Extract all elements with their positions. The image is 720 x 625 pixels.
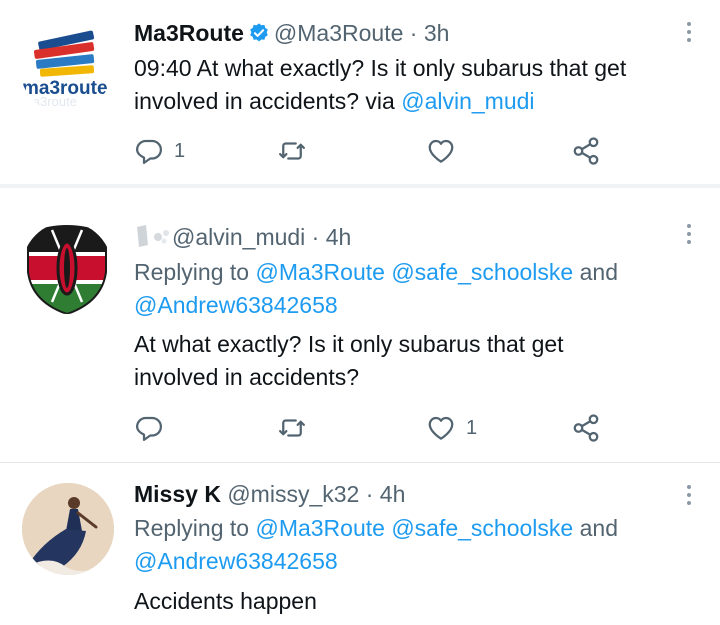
tweet-header: Ma3Route @Ma3Route · 3h	[134, 18, 449, 48]
timestamp[interactable]: 3h	[424, 20, 450, 46]
handle[interactable]: @Ma3Route	[274, 20, 403, 46]
thread-divider	[0, 184, 720, 188]
more-icon[interactable]	[686, 485, 692, 509]
replying-mention-2[interactable]: @Andrew63842658	[134, 292, 338, 318]
separator: ·	[403, 20, 424, 46]
like-button[interactable]: 1	[426, 411, 477, 445]
tweet-body: At what exactly? Is it only subarus that…	[134, 331, 564, 390]
like-count: 1	[466, 416, 478, 439]
replying-mentions[interactable]: @Ma3Route @safe_schoolske	[255, 515, 573, 541]
handle[interactable]: @missy_k32	[227, 481, 359, 507]
tweet-actions: 1	[134, 134, 614, 168]
tweet-text: 09:40 At what exactly? Is it only subaru…	[134, 52, 694, 118]
reply-icon	[136, 416, 162, 441]
reply-count: 1	[174, 139, 186, 162]
via-link[interactable]: @alvin_mudi	[401, 88, 534, 114]
profile-photo	[22, 483, 114, 575]
avatar-alvin-mudi[interactable]	[22, 222, 112, 314]
like-icon	[428, 416, 454, 440]
tweet-header: @alvin_mudi · 4h	[134, 222, 351, 252]
retweet-icon	[279, 142, 305, 160]
replying-to-label: Replying to	[134, 259, 256, 285]
reply-button[interactable]: 1	[134, 134, 185, 168]
tweet-ma3route[interactable]: ma3route ma3route Ma3Route @Ma3Route · 3h…	[0, 0, 720, 186]
display-name[interactable]: Ma3Route	[134, 20, 244, 46]
replying-mentions[interactable]: @Ma3Route @safe_schoolske	[255, 259, 573, 285]
handle[interactable]: @alvin_mudi	[172, 224, 305, 250]
retweet-icon	[279, 419, 305, 437]
share-button[interactable]	[571, 134, 601, 168]
verified-icon	[244, 20, 274, 46]
replying-to-label: Replying to	[134, 515, 256, 541]
replying-and: and	[573, 515, 618, 541]
replying-to: Replying to @Ma3Route @safe_schoolske an…	[134, 256, 694, 322]
avatar-ma3route[interactable]: ma3route ma3route	[20, 22, 112, 114]
like-button[interactable]	[426, 134, 466, 168]
retweet-button[interactable]	[277, 134, 317, 168]
tweet-text: Accidents happen	[134, 585, 694, 618]
timestamp[interactable]: 4h	[380, 481, 406, 507]
tweet-missy-k[interactable]: Missy K @missy_k32 · 4h Replying to @Ma3…	[0, 463, 720, 625]
separator: ·	[305, 224, 326, 250]
svg-text:ma3route: ma3route	[22, 94, 77, 109]
tweet-body: Accidents happen	[134, 588, 317, 614]
timestamp[interactable]: 4h	[326, 224, 352, 250]
tweet-body: 09:40 At what exactly? Is it only subaru…	[134, 55, 627, 114]
ma3route-logo: ma3route ma3route	[22, 30, 108, 109]
retweet-button[interactable]	[277, 411, 317, 445]
tweet-actions: 1	[134, 411, 614, 445]
share-icon	[573, 137, 599, 165]
more-icon[interactable]	[686, 224, 692, 248]
display-name-emoji-icon	[134, 223, 172, 249]
display-name[interactable]: Missy K	[134, 481, 221, 507]
replying-to: Replying to @Ma3Route @safe_schoolske an…	[134, 512, 694, 578]
more-icon[interactable]	[686, 22, 692, 46]
share-button[interactable]	[571, 411, 601, 445]
replying-mention-2[interactable]: @Andrew63842658	[134, 548, 338, 574]
like-icon	[428, 139, 454, 163]
tweet-alvin-mudi[interactable]: @alvin_mudi · 4h Replying to @Ma3Route @…	[0, 200, 720, 462]
reply-icon	[136, 139, 162, 164]
replying-and: and	[573, 259, 618, 285]
share-icon	[573, 414, 599, 442]
reply-button[interactable]	[134, 411, 174, 445]
tweet-text: At what exactly? Is it only subarus that…	[134, 328, 634, 394]
separator: ·	[359, 481, 380, 507]
tweet-header: Missy K @missy_k32 · 4h	[134, 479, 405, 509]
kenya-shield-icon	[27, 225, 107, 314]
avatar-missy-k[interactable]	[22, 483, 114, 575]
